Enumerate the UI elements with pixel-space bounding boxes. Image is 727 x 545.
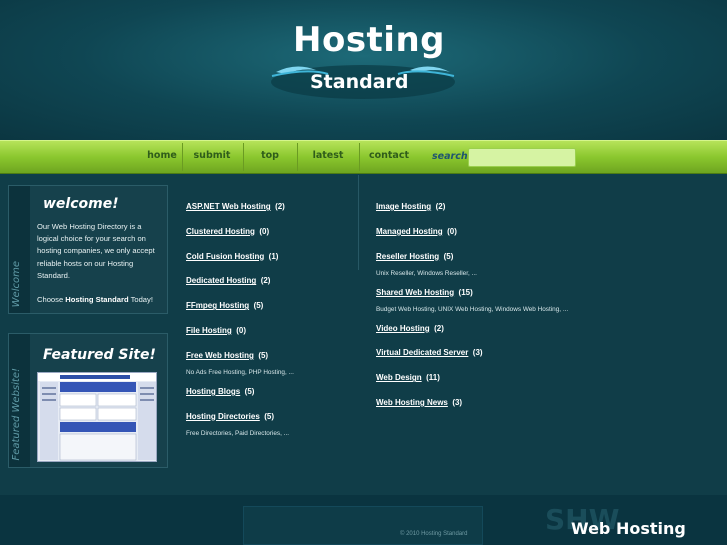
- category-link[interactable]: Image Hosting: [376, 202, 431, 211]
- category-item: FFmpeg Hosting (5): [186, 295, 356, 320]
- category-count: (2): [260, 276, 271, 286]
- search-label: search: [432, 151, 468, 162]
- category-link[interactable]: Clustered Hosting: [186, 227, 255, 236]
- main-content: Welcome welcome! Our Web Hosting Directo…: [0, 175, 727, 495]
- welcome-side-strip: Welcome: [9, 186, 30, 313]
- category-item: Clustered Hosting (0): [186, 221, 356, 246]
- category-link[interactable]: Virtual Dedicated Server: [376, 348, 468, 357]
- category-link[interactable]: Dedicated Hosting: [186, 276, 256, 285]
- category-link[interactable]: Shared Web Hosting: [376, 288, 454, 297]
- category-count: (2): [434, 323, 444, 333]
- category-link[interactable]: Web Hosting News: [376, 398, 448, 407]
- featured-heading: Featured Site!: [43, 347, 156, 363]
- choose-brand[interactable]: Hosting Standard: [65, 295, 128, 304]
- choose-suffix: Today!: [128, 295, 153, 305]
- nav-divider: [182, 143, 183, 171]
- category-count: (3): [472, 348, 483, 358]
- site-footer: © 2010 Hosting Standard SHW Web Hosting: [0, 495, 727, 545]
- nav-item-top-links[interactable]: top links: [248, 141, 292, 191]
- logo-subtitle[interactable]: Standard: [310, 71, 409, 93]
- subcategory-list[interactable]: Budget Web Hosting, UNIX Web Hosting, Wi…: [376, 306, 636, 313]
- category-count: (2): [435, 202, 446, 211]
- featured-side-label: Featured Website!: [11, 368, 22, 461]
- category-column-right: Image Hosting (2) Managed Hosting (0) Rese…: [376, 196, 636, 417]
- category-item: Cold Fusion Hosting (1): [186, 246, 356, 271]
- category-link[interactable]: Free Web Hosting: [186, 351, 254, 360]
- nav-divider: [297, 143, 298, 171]
- welcome-intro: Our Web Hosting Directory is a logical c…: [37, 222, 155, 280]
- category-item: Web Design (11): [376, 367, 636, 392]
- welcome-text: Our Web Hosting Directory is a logical c…: [37, 221, 165, 306]
- category-count: (0): [447, 226, 457, 236]
- subcategory-list[interactable]: No Ads Free Hosting, PHP Hosting, ...: [186, 369, 356, 376]
- category-count: (2): [275, 202, 285, 211]
- featured-site-thumbnail[interactable]: [37, 372, 157, 462]
- category-count: (5): [258, 350, 269, 360]
- subcategory-list[interactable]: Unix Reseller, Windows Reseller, ...: [376, 270, 636, 277]
- category-item: Managed Hosting (0): [376, 221, 636, 246]
- subcategory-list[interactable]: Free Directories, Paid Directories, ...: [186, 430, 356, 437]
- footer-brand[interactable]: Web Hosting: [571, 519, 686, 538]
- category-count: (0): [259, 226, 270, 236]
- category-count: (15): [458, 287, 473, 297]
- welcome-side-label: Welcome: [11, 260, 22, 307]
- category-link[interactable]: Managed Hosting: [376, 227, 443, 236]
- logo-title[interactable]: Hosting: [293, 20, 445, 60]
- featured-thumbnail-image: [38, 373, 156, 461]
- choose-prefix: Choose: [37, 295, 66, 305]
- category-item: File Hosting (0): [186, 320, 356, 345]
- nav-divider: [359, 143, 360, 171]
- featured-panel: Featured Website! Featured Site!: [8, 333, 168, 468]
- category-count: (3): [452, 397, 463, 407]
- category-link[interactable]: Video Hosting: [376, 324, 430, 333]
- category-item: Virtual Dedicated Server (3): [376, 342, 636, 367]
- welcome-panel: Welcome welcome! Our Web Hosting Directo…: [8, 185, 168, 314]
- category-link[interactable]: FFmpeg Hosting: [186, 301, 249, 310]
- category-item: Reseller Hosting (5) Unix Reseller, Windo…: [376, 246, 636, 282]
- category-item: Dedicated Hosting (2): [186, 270, 356, 295]
- category-link[interactable]: Hosting Blogs: [186, 387, 240, 396]
- category-link[interactable]: Cold Fusion Hosting: [186, 252, 264, 261]
- category-item: Video Hosting (2): [376, 318, 636, 343]
- category-link[interactable]: File Hosting: [186, 326, 232, 335]
- category-item: Hosting Blogs (5): [186, 381, 356, 406]
- category-count: (1): [268, 251, 279, 261]
- category-count: (5): [264, 411, 275, 421]
- category-item: Web Hosting News (3): [376, 392, 636, 417]
- welcome-heading: welcome!: [43, 196, 119, 212]
- search-input[interactable]: [468, 148, 576, 167]
- category-link[interactable]: ASP.NET Web Hosting: [186, 202, 271, 211]
- category-count: (5): [443, 251, 454, 261]
- nav-item-contact-us[interactable]: contact us: [363, 141, 415, 191]
- featured-side-strip: Featured Website!: [9, 334, 30, 467]
- category-link[interactable]: Web Design: [376, 373, 422, 382]
- category-count: (11): [426, 373, 440, 383]
- footer-box: [243, 506, 483, 545]
- category-column-left: ASP.NET Web Hosting (2) Clustered Hosting…: [186, 196, 356, 442]
- category-count: (5): [253, 301, 264, 311]
- nav-divider: [243, 143, 244, 171]
- nav-bar: home submit link top links latest links …: [0, 140, 727, 191]
- category-item: Hosting Directories (5) Free Directories,…: [186, 406, 356, 442]
- nav-item-submit-link[interactable]: submit link: [186, 141, 238, 191]
- category-link[interactable]: Reseller Hosting: [376, 252, 439, 261]
- category-item: ASP.NET Web Hosting (2): [186, 196, 356, 221]
- category-link[interactable]: Hosting Directories: [186, 412, 260, 421]
- category-item: Image Hosting (2): [376, 196, 636, 221]
- copyright: © 2010 Hosting Standard: [400, 531, 468, 537]
- category-item: Free Web Hosting (5) No Ads Free Hosting,…: [186, 345, 356, 381]
- category-item: Shared Web Hosting (15) Budget Web Hostin…: [376, 282, 636, 318]
- category-count: (0): [236, 325, 247, 335]
- category-count: (5): [244, 386, 255, 396]
- nav-item-latest-links[interactable]: latest links: [301, 141, 355, 191]
- nav-item-home[interactable]: home: [146, 141, 178, 173]
- column-divider: [358, 175, 359, 270]
- site-header: Hosting Standard: [0, 0, 727, 140]
